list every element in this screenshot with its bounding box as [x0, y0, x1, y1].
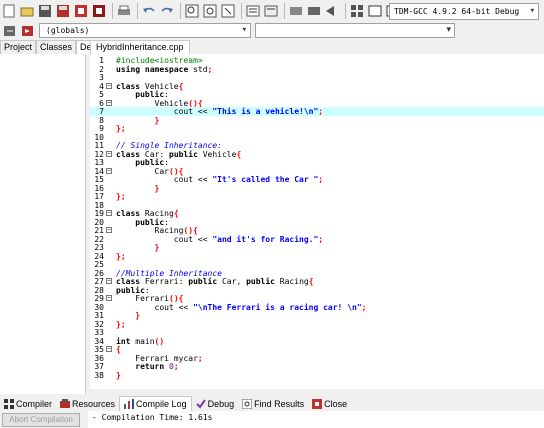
tab-project[interactable]: Project [0, 40, 37, 54]
side-panel-tabs: Project Classes Debug [0, 40, 111, 54]
editor-tab-file[interactable]: HybridInheritance.cpp [90, 40, 190, 54]
find-icon[interactable] [184, 3, 200, 19]
line-number: 38 [94, 370, 104, 380]
abort-compilation-button[interactable]: Abort Compilation [2, 413, 80, 427]
bottom-tab-close[interactable]: Close [308, 396, 351, 411]
compile-log-text: - Compilation Time: 1.61s [88, 411, 544, 428]
separator [112, 3, 113, 19]
bottom-tab-compiler[interactable]: Compiler [0, 396, 56, 411]
separator [284, 3, 285, 19]
debug-icon [195, 398, 206, 409]
fold-toggle-icon[interactable]: − [106, 99, 112, 106]
resources-icon [60, 398, 71, 409]
separator [345, 3, 346, 19]
unindent-icon[interactable] [263, 3, 279, 19]
compiler-icon [4, 398, 14, 409]
scope-select[interactable]: (globals) ▾ [39, 23, 251, 38]
compile-icon[interactable] [349, 3, 365, 19]
compiler-select[interactable]: TDM-GCC 4.9.2 64-bit Debug ▾ [389, 3, 539, 20]
run-icon[interactable] [367, 3, 383, 19]
find-results-icon [241, 398, 253, 409]
code-text: } [116, 370, 121, 380]
new-file-icon[interactable] [1, 3, 17, 19]
replace-icon[interactable] [202, 3, 218, 19]
side-panel [0, 54, 86, 394]
fold-toggle-icon[interactable]: − [106, 227, 112, 233]
fold-toggle-icon[interactable]: − [106, 346, 112, 352]
fold-toggle-icon[interactable]: − [106, 82, 112, 89]
undo-icon[interactable] [141, 3, 157, 19]
bottom-tab-compile-log[interactable]: Compile Log [119, 396, 192, 411]
symbol-select[interactable]: ▾ [255, 23, 455, 38]
compile-log-panel: Abort Compilation - Compilation Time: 1.… [0, 411, 544, 428]
fold-toggle-icon[interactable]: − [106, 295, 112, 301]
indent-icon[interactable] [245, 3, 261, 19]
separator [241, 3, 242, 19]
chevron-down-icon: ▾ [529, 6, 535, 16]
print-icon[interactable] [116, 3, 132, 19]
fold-toggle-icon[interactable]: − [106, 150, 112, 157]
bottom-tab-label: Compile Log [136, 399, 187, 409]
bottom-tab-label: Debug [207, 398, 235, 409]
save-icon[interactable] [37, 3, 53, 19]
find-next-icon[interactable] [220, 3, 236, 19]
bottom-tab-label: Resources [72, 398, 116, 409]
bottom-tab-find-results[interactable]: Find Results [238, 396, 308, 411]
chevron-down-icon: ▾ [241, 25, 247, 35]
fold-toggle-icon[interactable]: − [106, 278, 112, 284]
code-line[interactable]: 38} [90, 371, 544, 380]
redo-icon[interactable] [159, 3, 175, 19]
chevron-down-icon: ▾ [446, 24, 451, 34]
separator [137, 3, 138, 19]
toggle-bookmark-icon[interactable] [288, 3, 304, 19]
compile-log-icon [124, 399, 135, 409]
next-bookmark-icon[interactable] [324, 3, 340, 19]
bottom-tab-label: Compiler [16, 398, 53, 409]
scope-select-value: (globals) [46, 26, 90, 35]
code-editor[interactable]: 1 #include<iostream> 2 using namespace std;… [90, 54, 544, 389]
toggle-icon[interactable] [20, 23, 36, 39]
insert-icon[interactable] [2, 23, 18, 39]
fold-toggle-icon[interactable]: − [106, 167, 112, 174]
compiler-select-value: TDM-GCC 4.9.2 64-bit Debug [394, 7, 520, 16]
bottom-tab-debug[interactable]: Debug [192, 396, 239, 411]
bottom-tab-label: Find Results [254, 398, 305, 409]
editor-tabs: HybridInheritance.cpp [90, 40, 544, 54]
goto-bookmark-icon[interactable] [306, 3, 322, 19]
close-all-icon[interactable] [91, 3, 107, 19]
open-file-icon[interactable] [19, 3, 35, 19]
bottom-tab-label: Close [324, 398, 348, 409]
separator [180, 3, 181, 19]
bottom-tab-resources[interactable]: Resources [56, 396, 119, 411]
bottom-panel-tabs: Compiler Resources Compile Log Debug Find Re… [0, 396, 544, 411]
main-toolbar: TDM-GCC 4.9.2 64-bit Debug ▾ [0, 0, 544, 22]
fold-toggle-icon[interactable]: − [106, 210, 112, 216]
close-icon [312, 398, 323, 409]
close-file-icon[interactable] [73, 3, 89, 19]
tab-classes[interactable]: Classes [36, 40, 77, 54]
save-all-icon[interactable] [55, 3, 71, 19]
